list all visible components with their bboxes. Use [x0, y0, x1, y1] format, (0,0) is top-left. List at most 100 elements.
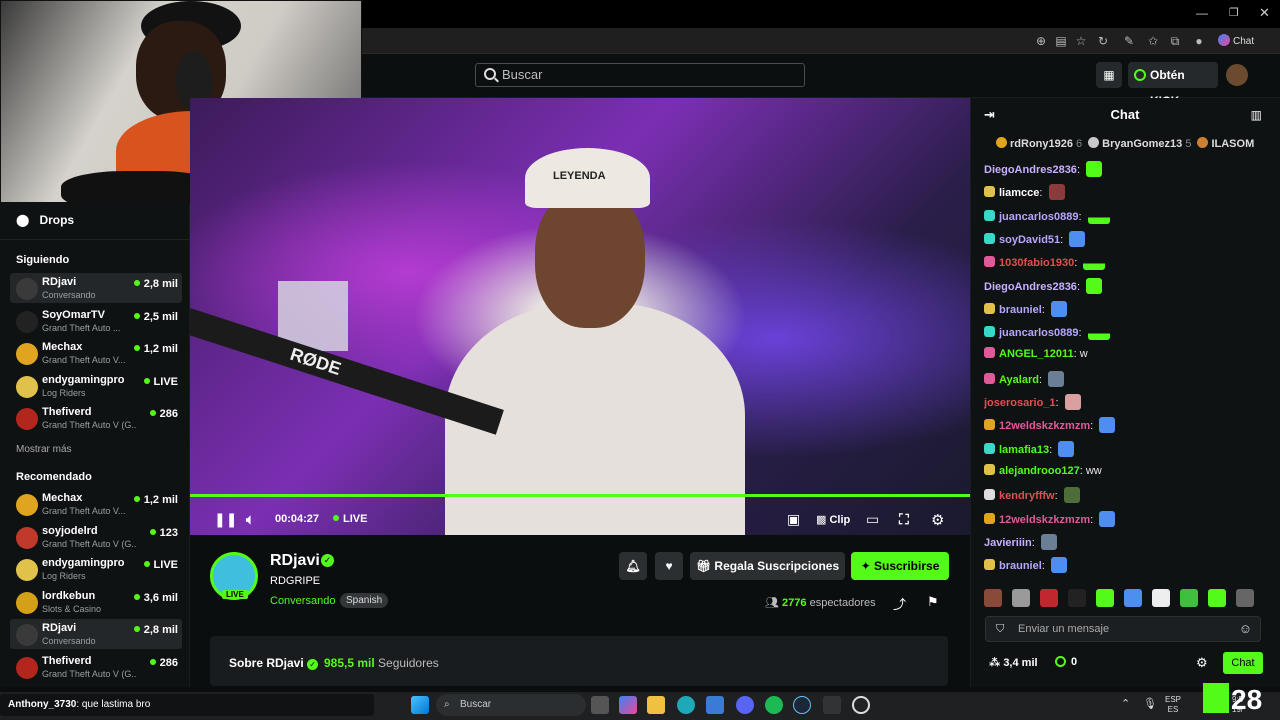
chat-username[interactable]: brauniel: [999, 560, 1042, 572]
chat-username[interactable]: 12weldskzkzmzm: [999, 514, 1090, 526]
chat-username[interactable]: soyDavid51: [999, 234, 1060, 246]
show-more-link[interactable]: Mostrar más: [16, 444, 72, 455]
chat-username[interactable]: kendryfffw: [999, 490, 1055, 502]
gifter-entry[interactable]: ILASOM: [1191, 137, 1254, 150]
menu-dots-icon[interactable]: [1194, 33, 1210, 49]
collections-icon[interactable]: ⧉: [1167, 33, 1183, 49]
emote-icon[interactable]: [984, 589, 1002, 607]
chat-send-button[interactable]: Chat: [1223, 652, 1263, 674]
chat-username[interactable]: liamcce: [999, 187, 1039, 199]
report-icon[interactable]: ⚑: [927, 594, 939, 610]
extensions-icon[interactable]: ✎: [1121, 33, 1137, 49]
layout-button[interactable]: ▦: [1096, 62, 1122, 88]
follow-button[interactable]: ♥: [655, 552, 683, 580]
sidebar-channel-soyjodelrd[interactable]: soyjodelrd Grand Theft Auto V (G... 123: [10, 522, 182, 552]
chat-input[interactable]: ⛉ Enviar un mensaje ☺: [985, 616, 1261, 642]
microphone-icon[interactable]: 🎙︎: [1143, 697, 1157, 710]
zoom-icon[interactable]: ⊕: [1033, 33, 1049, 49]
edge-icon[interactable]: [677, 696, 695, 714]
clip-button[interactable]: ▩ Clip: [816, 513, 850, 526]
sidebar-channel-thefiverd[interactable]: Thefiverd Grand Theft Auto V (G... 286: [10, 652, 182, 682]
channel-name[interactable]: RDjavi: [270, 552, 320, 570]
sidebar-channel-endygamingpro[interactable]: endygamingpro Log Riders LIVE: [10, 554, 182, 584]
user-avatar[interactable]: [1226, 64, 1248, 86]
video-progress-bar[interactable]: [190, 494, 970, 497]
chat-username[interactable]: Ayalard: [999, 374, 1039, 386]
chat-username[interactable]: lamafia13: [999, 444, 1049, 456]
app-icon[interactable]: [823, 696, 841, 714]
settings-icon[interactable]: ⚙: [931, 511, 944, 529]
store-icon[interactable]: [706, 696, 724, 714]
chat-username[interactable]: 1030fabio1930: [999, 257, 1074, 269]
chat-username[interactable]: Javieriiin: [984, 537, 1032, 549]
steam-icon[interactable]: [793, 696, 811, 714]
pause-icon[interactable]: ❚❚: [214, 511, 237, 528]
chat-username[interactable]: juancarlos0889: [999, 211, 1079, 223]
close-icon[interactable]: ✕: [1259, 5, 1270, 21]
spotify-icon[interactable]: [765, 696, 783, 714]
kicks-balance[interactable]: ⁂ 3,4 mil: [989, 656, 1038, 669]
sidebar-channel-thefiverd[interactable]: Thefiverd Grand Theft Auto V (G... 286: [10, 403, 182, 433]
chat-username[interactable]: DiegoAndres2836: [984, 164, 1077, 176]
sidebar-channel-soyomartv[interactable]: SoyOmarTV Grand Theft Auto ... 2,5 mil: [10, 306, 182, 336]
emote-icon[interactable]: [1236, 589, 1254, 607]
emote-icon[interactable]: [1068, 589, 1086, 607]
video-player[interactable]: LEYENDA RØDE: [190, 98, 970, 535]
favorites-icon[interactable]: ✩: [1145, 33, 1161, 49]
emote-icon[interactable]: [1152, 589, 1170, 607]
collapse-chat-icon[interactable]: ⇥: [984, 98, 995, 132]
emote-icon[interactable]: [1124, 589, 1142, 607]
theater-icon[interactable]: ▭: [866, 511, 879, 528]
get-kicks-button[interactable]: Obtén KICKs: [1128, 62, 1218, 108]
sidebar-channel-rdjavi[interactable]: RDjavi Conversando 2,8 mil: [10, 273, 182, 303]
sidebar-channel-mechax[interactable]: Mechax Grand Theft Auto V... 1,2 mil: [10, 338, 182, 368]
restore-icon[interactable]: ❐: [1229, 6, 1239, 19]
copilot-chat-button[interactable]: Chat: [1218, 34, 1254, 47]
notifications-button[interactable]: 🔔︎: [619, 552, 647, 580]
emoji-icon[interactable]: ☺: [1239, 617, 1252, 641]
sidebar-channel-lordkebun[interactable]: lordkebun Slots & Casino 3,6 mil: [10, 587, 182, 617]
sidebar-channel-endygamingpro[interactable]: endygamingpro Log Riders LIVE: [10, 371, 182, 401]
chat-username[interactable]: alejandrooo127: [999, 465, 1080, 477]
gifter-entry[interactable]: BryanGomez13 5: [1082, 137, 1191, 150]
tray-chevron-icon[interactable]: ⌃: [1121, 697, 1130, 710]
chat-username[interactable]: brauniel: [999, 304, 1042, 316]
windows-start-icon[interactable]: [411, 696, 429, 714]
chat-settings-icon[interactable]: ⚙: [1196, 655, 1208, 671]
volume-icon[interactable]: 🔈︎: [246, 511, 254, 528]
task-view-icon[interactable]: [591, 696, 609, 714]
subscribe-button[interactable]: ✦ Suscribirse: [851, 552, 949, 580]
gifter-entry[interactable]: rdRony1926 6: [990, 137, 1082, 150]
star-icon[interactable]: ☆: [1073, 33, 1089, 49]
minimize-icon[interactable]: —: [1196, 6, 1208, 20]
sidebar-channel-rdjavi[interactable]: RDjavi Conversando 2,8 mil: [10, 619, 182, 649]
channel-points[interactable]: 0: [1055, 656, 1077, 668]
discord-icon[interactable]: [736, 696, 754, 714]
refresh-icon[interactable]: ↻: [1095, 33, 1111, 49]
chat-username[interactable]: joserosario_1: [984, 397, 1056, 409]
emote-icon[interactable]: [1012, 589, 1030, 607]
chat-username[interactable]: 12weldskzkzmzm: [999, 420, 1090, 432]
miniplayer-icon[interactable]: ▣: [787, 511, 800, 528]
fullscreen-icon[interactable]: ⛶: [899, 511, 909, 528]
chat-username[interactable]: juancarlos0889: [999, 327, 1079, 339]
copilot-icon[interactable]: [619, 696, 637, 714]
emote-icon[interactable]: [1180, 589, 1198, 607]
gift-subs-button[interactable]: 🎁︎ Regala Suscripciones: [690, 552, 845, 580]
language-indicator[interactable]: ESP ES: [1165, 695, 1181, 715]
language-tag[interactable]: Spanish: [340, 593, 389, 608]
reader-icon[interactable]: ▤: [1053, 33, 1069, 49]
obs-icon[interactable]: [852, 696, 870, 714]
leaderboard-icon[interactable]: ▥: [1251, 98, 1262, 132]
emote-icon[interactable]: [1208, 589, 1226, 607]
chat-username[interactable]: DiegoAndres2836: [984, 281, 1077, 293]
chat-username[interactable]: ANGEL_12011: [999, 348, 1074, 360]
file-explorer-icon[interactable]: [647, 696, 665, 714]
emote-icon[interactable]: [1040, 589, 1058, 607]
share-icon[interactable]: ⤴: [893, 594, 906, 613]
drops-link[interactable]: ⬤ Drops: [16, 213, 74, 227]
stream-category[interactable]: Conversando: [270, 595, 335, 607]
search-input[interactable]: Buscar: [475, 63, 805, 87]
taskbar-search[interactable]: ⌕ Buscar: [436, 694, 586, 716]
sidebar-channel-mechax[interactable]: Mechax Grand Theft Auto V... 1,2 mil: [10, 489, 182, 519]
